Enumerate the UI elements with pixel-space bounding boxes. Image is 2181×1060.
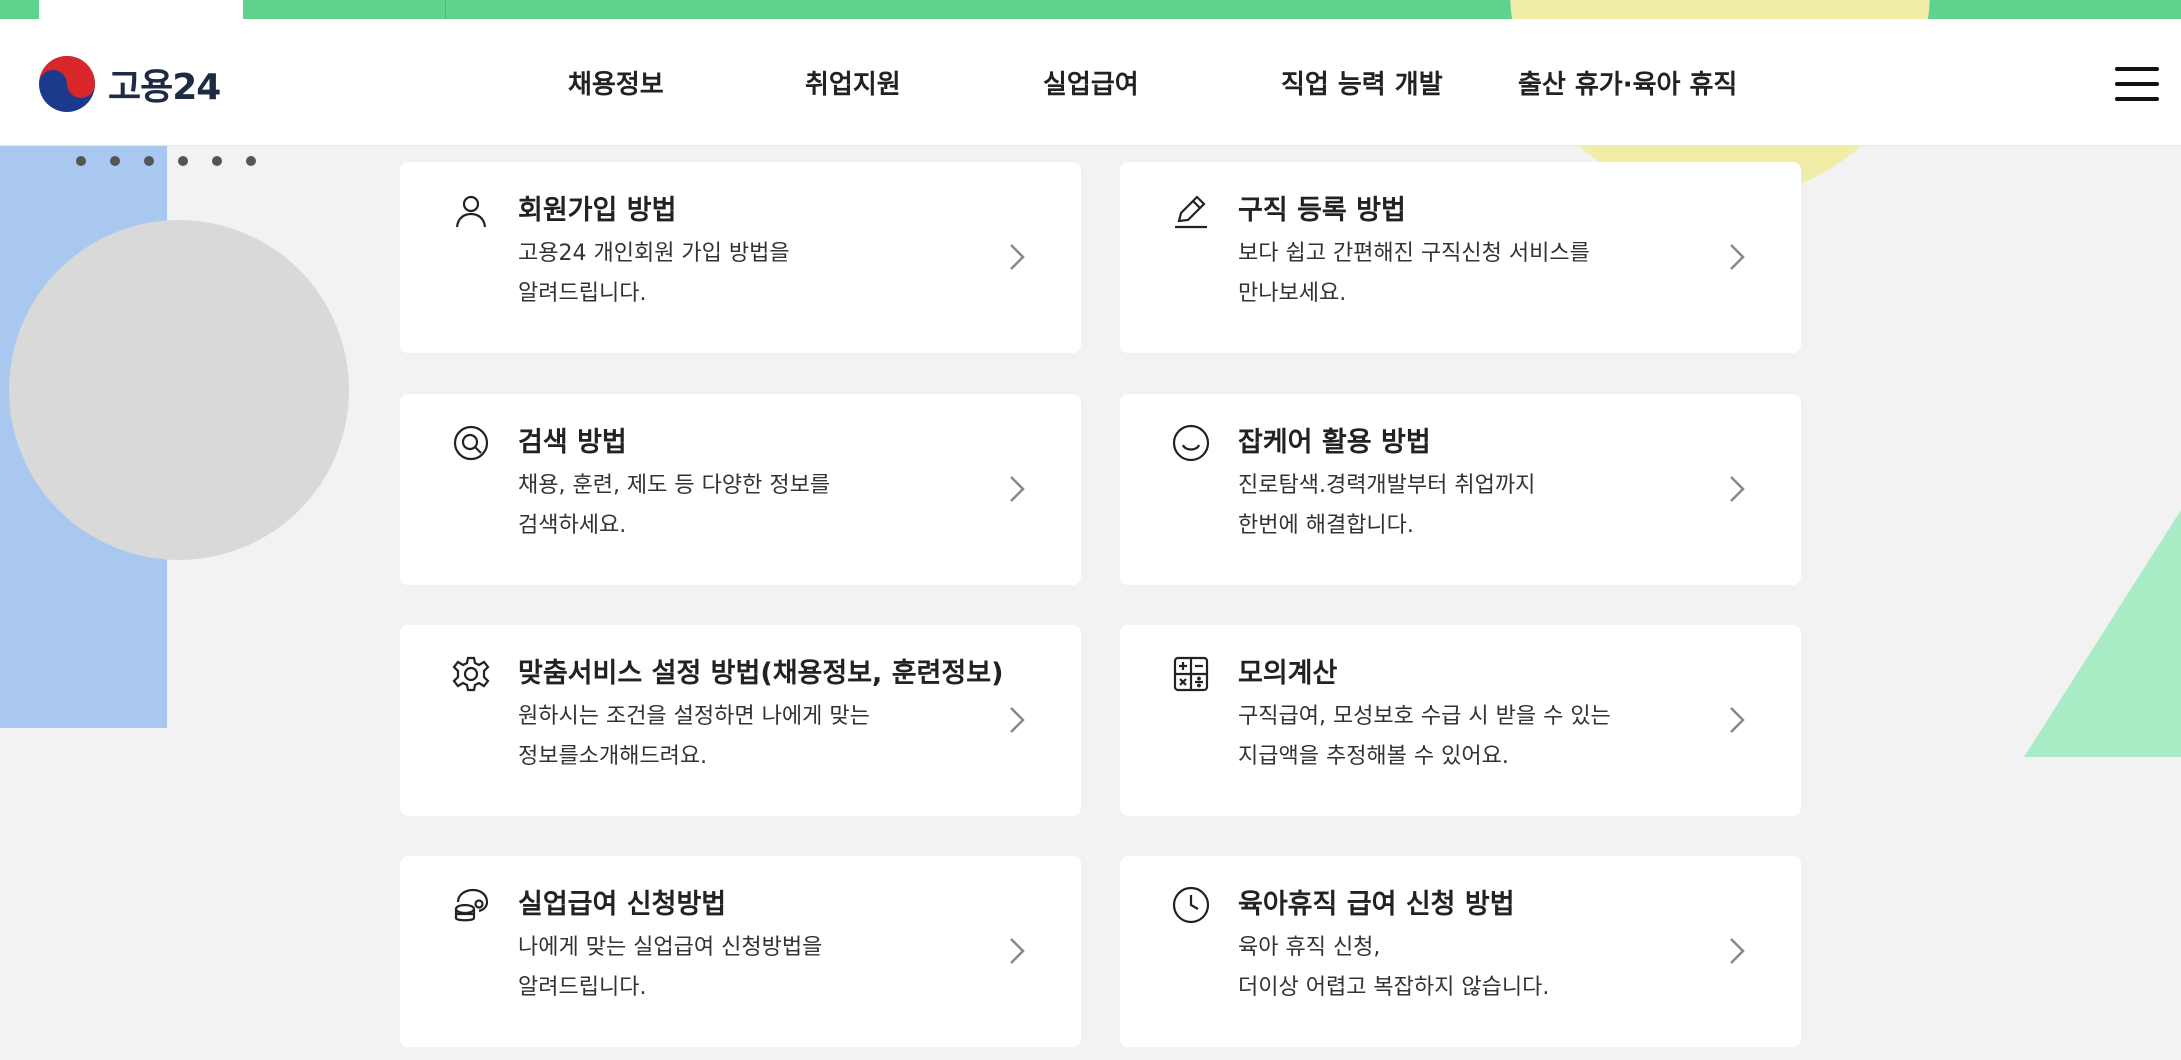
card-description: 나에게 맞는 실업급여 신청방법을 알려드립니다. <box>518 935 823 1000</box>
card-unemployment-benefit-guide[interactable]: 실업급여 신청방법 나에게 맞는 실업급여 신청방법을 알려드립니다. <box>400 856 1081 1047</box>
chevron-right-icon <box>1730 938 1745 964</box>
card-title: 모의계산 <box>1238 658 1338 689</box>
card-parental-leave-benefit-guide[interactable]: 육아휴직 급여 신청 방법 육아 휴직 신청, 더이상 어렵고 복잡하지 않습니다… <box>1120 856 1801 1047</box>
nav-item-parental-leave[interactable]: 출산 휴가·육아 휴직 <box>1518 64 1737 101</box>
coins-icon <box>454 888 489 922</box>
nav-item-employment-support[interactable]: 취업지원 <box>805 64 901 101</box>
card-description: 육아 휴직 신청, 더이상 어렵고 복잡하지 않습니다. <box>1238 935 1550 1000</box>
card-title: 육아휴직 급여 신청 방법 <box>1238 889 1515 920</box>
chevron-right-icon <box>1730 244 1745 270</box>
card-title: 맞춤서비스 설정 방법(채용정보, 훈련정보) <box>518 658 1004 689</box>
card-description: 채용, 훈련, 제도 등 다양한 정보를 검색하세요. <box>518 473 831 538</box>
card-job-registration-guide[interactable]: 구직 등록 방법 보다 쉽고 간편해진 구직신청 서비스를 만나보세요. <box>1120 162 1801 353</box>
card-custom-service-guide[interactable]: 맞춤서비스 설정 방법(채용정보, 훈련정보) 원하시는 조건을 설정하면 나에… <box>400 625 1081 816</box>
card-description: 보다 쉽고 간편해진 구직신청 서비스를 만나보세요. <box>1238 241 1590 306</box>
chevron-right-icon <box>1010 707 1025 733</box>
clock-icon <box>1172 886 1210 924</box>
card-title: 실업급여 신청방법 <box>518 889 727 920</box>
card-description: 진로탐색.경력개발부터 취업까지 한번에 해결합니다. <box>1238 473 1536 538</box>
chevron-right-icon <box>1730 707 1745 733</box>
person-icon <box>455 195 487 228</box>
decor-green-triangle <box>2024 510 2181 757</box>
top-strip-active-tab[interactable] <box>39 0 243 19</box>
card-title: 검색 방법 <box>518 427 627 458</box>
smile-icon <box>1172 424 1210 462</box>
card-description: 고용24 개인회원 가입 방법을 알려드립니다. <box>518 241 790 306</box>
calculator-icon <box>1173 656 1209 692</box>
nav-item-recruitment[interactable]: 채용정보 <box>568 64 664 101</box>
card-title: 구직 등록 방법 <box>1238 195 1406 226</box>
decor-dots <box>76 156 256 166</box>
decor-gray-circle <box>9 220 349 560</box>
chevron-right-icon <box>1730 476 1745 502</box>
top-strip-divider <box>445 0 446 19</box>
card-mock-calculation[interactable]: 모의계산 구직급여, 모성보호 수급 시 받을 수 있는 지급액을 추정해볼 수 … <box>1120 625 1801 816</box>
chevron-right-icon <box>1010 244 1025 270</box>
card-jobcare-guide[interactable]: 잡케어 활용 방법 진로탐색.경력개발부터 취업까지 한번에 해결합니다. <box>1120 394 1801 585</box>
card-search-guide[interactable]: 검색 방법 채용, 훈련, 제도 등 다양한 정보를 검색하세요. <box>400 394 1081 585</box>
card-title: 잡케어 활용 방법 <box>1238 427 1431 458</box>
card-description: 구직급여, 모성보호 수급 시 받을 수 있는 지급액을 추정해볼 수 있어요. <box>1238 704 1611 769</box>
site-header: 고용24 채용정보 취업지원 실업급여 직업 능력 개발 출산 휴가·육아 휴직 <box>0 19 2181 146</box>
main-nav: 채용정보 취업지원 실업급여 직업 능력 개발 출산 휴가·육아 휴직 <box>0 19 2181 146</box>
card-signup-guide[interactable]: 회원가입 방법 고용24 개인회원 가입 방법을 알려드립니다. <box>400 162 1081 353</box>
nav-item-job-skills[interactable]: 직업 능력 개발 <box>1281 64 1443 101</box>
nav-item-unemployment-benefit[interactable]: 실업급여 <box>1043 64 1139 101</box>
chevron-right-icon <box>1010 476 1025 502</box>
chevron-right-icon <box>1010 938 1025 964</box>
hamburger-menu-button[interactable] <box>2115 67 2159 101</box>
gear-icon <box>452 656 490 692</box>
card-description: 원하시는 조건을 설정하면 나에게 맞는 정보를소개해드려요. <box>518 704 870 769</box>
card-title: 회원가입 방법 <box>518 195 677 226</box>
search-icon <box>453 425 489 461</box>
pencil-icon <box>1175 195 1207 229</box>
